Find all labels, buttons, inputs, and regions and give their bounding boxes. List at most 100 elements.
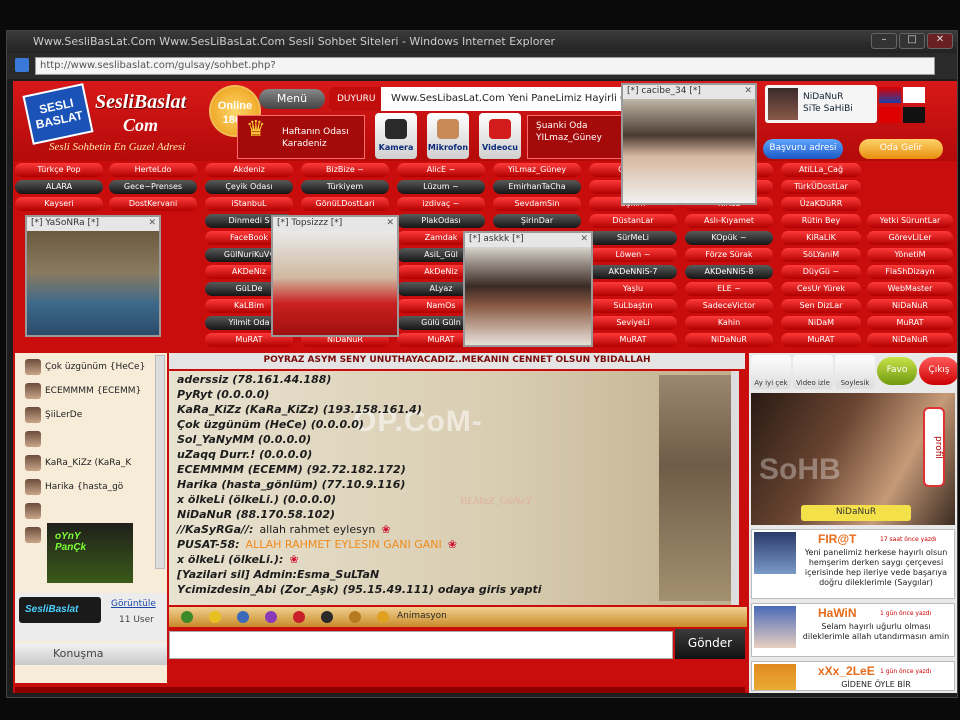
user-list-item[interactable] <box>15 501 155 521</box>
maximize-button[interactable]: □ <box>899 33 925 49</box>
message-nick[interactable]: Çok üzgünüm (HeCe) (0.0.0.0) <box>177 418 364 431</box>
message-nick[interactable]: ECEMMMM (ECEMM) (92.72.182.172) <box>177 463 406 476</box>
camera-button[interactable]: Kamera <box>375 113 417 159</box>
room-button[interactable]: NiDaNuR <box>867 299 953 313</box>
profile-badge[interactable]: profil <box>923 407 945 487</box>
sound-icon[interactable] <box>349 611 361 623</box>
room-button[interactable]: EmirhanTaCha <box>493 180 581 194</box>
bold-icon[interactable] <box>237 611 249 623</box>
webcam-window[interactable]: [*] Topsizzz [*] ✕ <box>271 215 399 337</box>
view-link[interactable]: Görüntüle <box>111 599 156 609</box>
room-button[interactable]: BizBize ~ <box>301 163 389 177</box>
site-logo[interactable]: SESLI BASLAT SesliBaslat Com Sesli Sohbe… <box>22 83 213 157</box>
room-button[interactable]: AlicE ~ <box>397 163 485 177</box>
message-nick[interactable]: Harika (hasta_gönlüm) (77.10.9.116) <box>177 478 405 491</box>
note-author[interactable]: xXx_2LeE <box>818 664 875 678</box>
room-button[interactable]: KiRaLiK <box>781 231 861 245</box>
room-button[interactable]: DüyGü ~ <box>781 265 861 279</box>
note-author[interactable]: HaWiN <box>818 606 857 620</box>
close-icon[interactable]: ✕ <box>580 234 588 244</box>
minimize-button[interactable]: – <box>871 33 897 49</box>
room-button[interactable]: NiDaNuR <box>867 333 953 347</box>
room-button[interactable]: NiDaNuR <box>685 333 773 347</box>
room-button[interactable]: Sen DizLar <box>781 299 861 313</box>
webcam-window[interactable]: [*] cacibe_34 [*] ✕ <box>621 83 757 205</box>
room-button[interactable]: YönetiM <box>867 248 953 262</box>
room-button[interactable]: MuRAT <box>589 333 677 347</box>
room-button[interactable]: Akdeniz <box>205 163 293 177</box>
flag-icon[interactable] <box>879 87 901 103</box>
room-button[interactable]: Türkçe Pop <box>15 163 103 177</box>
room-button[interactable]: DostKervani <box>109 197 197 211</box>
room-button[interactable]: Gece~Prenses <box>109 180 197 194</box>
room-button[interactable]: izdivaç ~ <box>397 197 485 211</box>
room-button[interactable]: ŞirinDar <box>493 214 581 228</box>
room-button[interactable]: DüstanLar <box>589 214 677 228</box>
emoji-icon[interactable] <box>209 611 221 623</box>
message-nick[interactable]: KaRa_KiZz (KaRa_KiZz) (193.158.161.4) <box>177 403 422 416</box>
message-nick[interactable]: x ölkeLi (ölkeLi.) (0.0.0.0) <box>177 493 336 506</box>
smiley-icon[interactable] <box>181 611 193 623</box>
user-list-item[interactable]: Harika {hasta_gö <box>15 477 155 497</box>
room-button[interactable]: Rütin Bey <box>781 214 861 228</box>
room-button[interactable]: GönüLDostLari <box>301 197 389 211</box>
webcam-window[interactable]: [*] askkk [*] ✕ <box>463 231 593 347</box>
user-list-item[interactable]: Çok üzgünüm {HeCe} <box>15 357 155 377</box>
room-button[interactable]: Yaşlu <box>589 282 677 296</box>
right-icon[interactable]: Ay iyi çek <box>751 355 791 389</box>
profile-card[interactable]: SoHB profil NiDaNuR <box>751 393 955 525</box>
room-button[interactable]: GörevLiLer <box>867 231 953 245</box>
room-button[interactable]: AKDeNNiS-7 <box>589 265 677 279</box>
rooms-button[interactable]: Oda Gelir <box>859 139 943 159</box>
url-field[interactable]: http://www.seslibaslat.com/gulsay/sohbet… <box>35 57 935 75</box>
user-list-item[interactable]: ŞiiLerDe <box>15 405 155 425</box>
menu-button[interactable]: Menü <box>259 89 325 109</box>
close-icon[interactable]: ✕ <box>744 86 752 96</box>
room-button[interactable]: Yetki SüruntLar <box>867 214 953 228</box>
room-button[interactable]: AtiLLa_Cağ <box>781 163 861 177</box>
room-button[interactable]: TürkÜDostLar <box>781 180 861 194</box>
room-button[interactable]: KOpük ~ <box>685 231 773 245</box>
room-button[interactable]: FlaShDizayn <box>867 265 953 279</box>
room-of-week[interactable]: ♛ Haftanın Odası Karadeniz <box>237 115 365 159</box>
message-nick[interactable]: NiDaNuR (88.170.58.102) <box>177 508 335 521</box>
close-button[interactable]: ✕ <box>927 33 953 49</box>
note-avatar[interactable] <box>754 664 796 690</box>
room-button[interactable]: CesUr Yürek <box>781 282 861 296</box>
room-button[interactable]: Kahin <box>685 316 773 330</box>
flag-icon[interactable] <box>903 87 925 103</box>
right-icon[interactable]: Soylesik <box>835 355 875 389</box>
right-icon[interactable]: Video izle <box>793 355 833 389</box>
user-list-item[interactable]: KaRa_KiZz (KaRa_K <box>15 453 155 473</box>
register-button[interactable]: Başvuru adresi <box>763 139 843 159</box>
user-list-item[interactable]: ECEMMMM {ECEMM} <box>15 381 155 401</box>
room-button[interactable]: Kayseri <box>15 197 103 211</box>
message-nick[interactable]: x ölkeLi (ölkeLi.): <box>177 553 283 566</box>
room-button[interactable]: Çeyik Odası <box>205 180 293 194</box>
room-button[interactable]: SevdamSin <box>493 197 581 211</box>
flag-icon[interactable] <box>879 107 901 123</box>
message-nick[interactable]: //KaSyRGa//: <box>177 523 253 536</box>
message-input[interactable] <box>169 631 673 659</box>
room-button[interactable]: SadeceVictor <box>685 299 773 313</box>
room-button[interactable]: ELE ~ <box>685 282 773 296</box>
flag-icon[interactable] <box>903 107 925 123</box>
room-button[interactable]: MuRAT <box>867 316 953 330</box>
room-button[interactable]: SeviyeLi <box>589 316 677 330</box>
room-button[interactable]: WebMaster <box>867 282 953 296</box>
room-button[interactable]: SöLYaniM <box>781 248 861 262</box>
user-list-scrollbar[interactable] <box>155 355 165 569</box>
room-button[interactable]: Aslı-Kıyamet <box>685 214 773 228</box>
animation-label[interactable]: Animasyon <box>397 611 447 621</box>
message-nick[interactable]: Ycimizdesin_Abi (Zor_Aşk) (95.15.49.111)… <box>177 583 542 596</box>
heart-icon[interactable] <box>293 611 305 623</box>
message-nick[interactable]: PyRyt (0.0.0.0) <box>177 388 269 401</box>
video-button[interactable]: Videocu <box>479 113 521 159</box>
room-button[interactable]: Lüzum ~ <box>397 180 485 194</box>
message-nick[interactable]: uZaqq Durr.! (0.0.0.0) <box>177 448 312 461</box>
room-button[interactable]: YiLmaz_Güney <box>493 163 581 177</box>
message-nick[interactable]: PUSAT-58: <box>177 538 240 551</box>
animation-icon[interactable] <box>377 611 389 623</box>
room-button[interactable]: HerteLdo <box>109 163 197 177</box>
room-button[interactable]: Türkiyem <box>301 180 389 194</box>
